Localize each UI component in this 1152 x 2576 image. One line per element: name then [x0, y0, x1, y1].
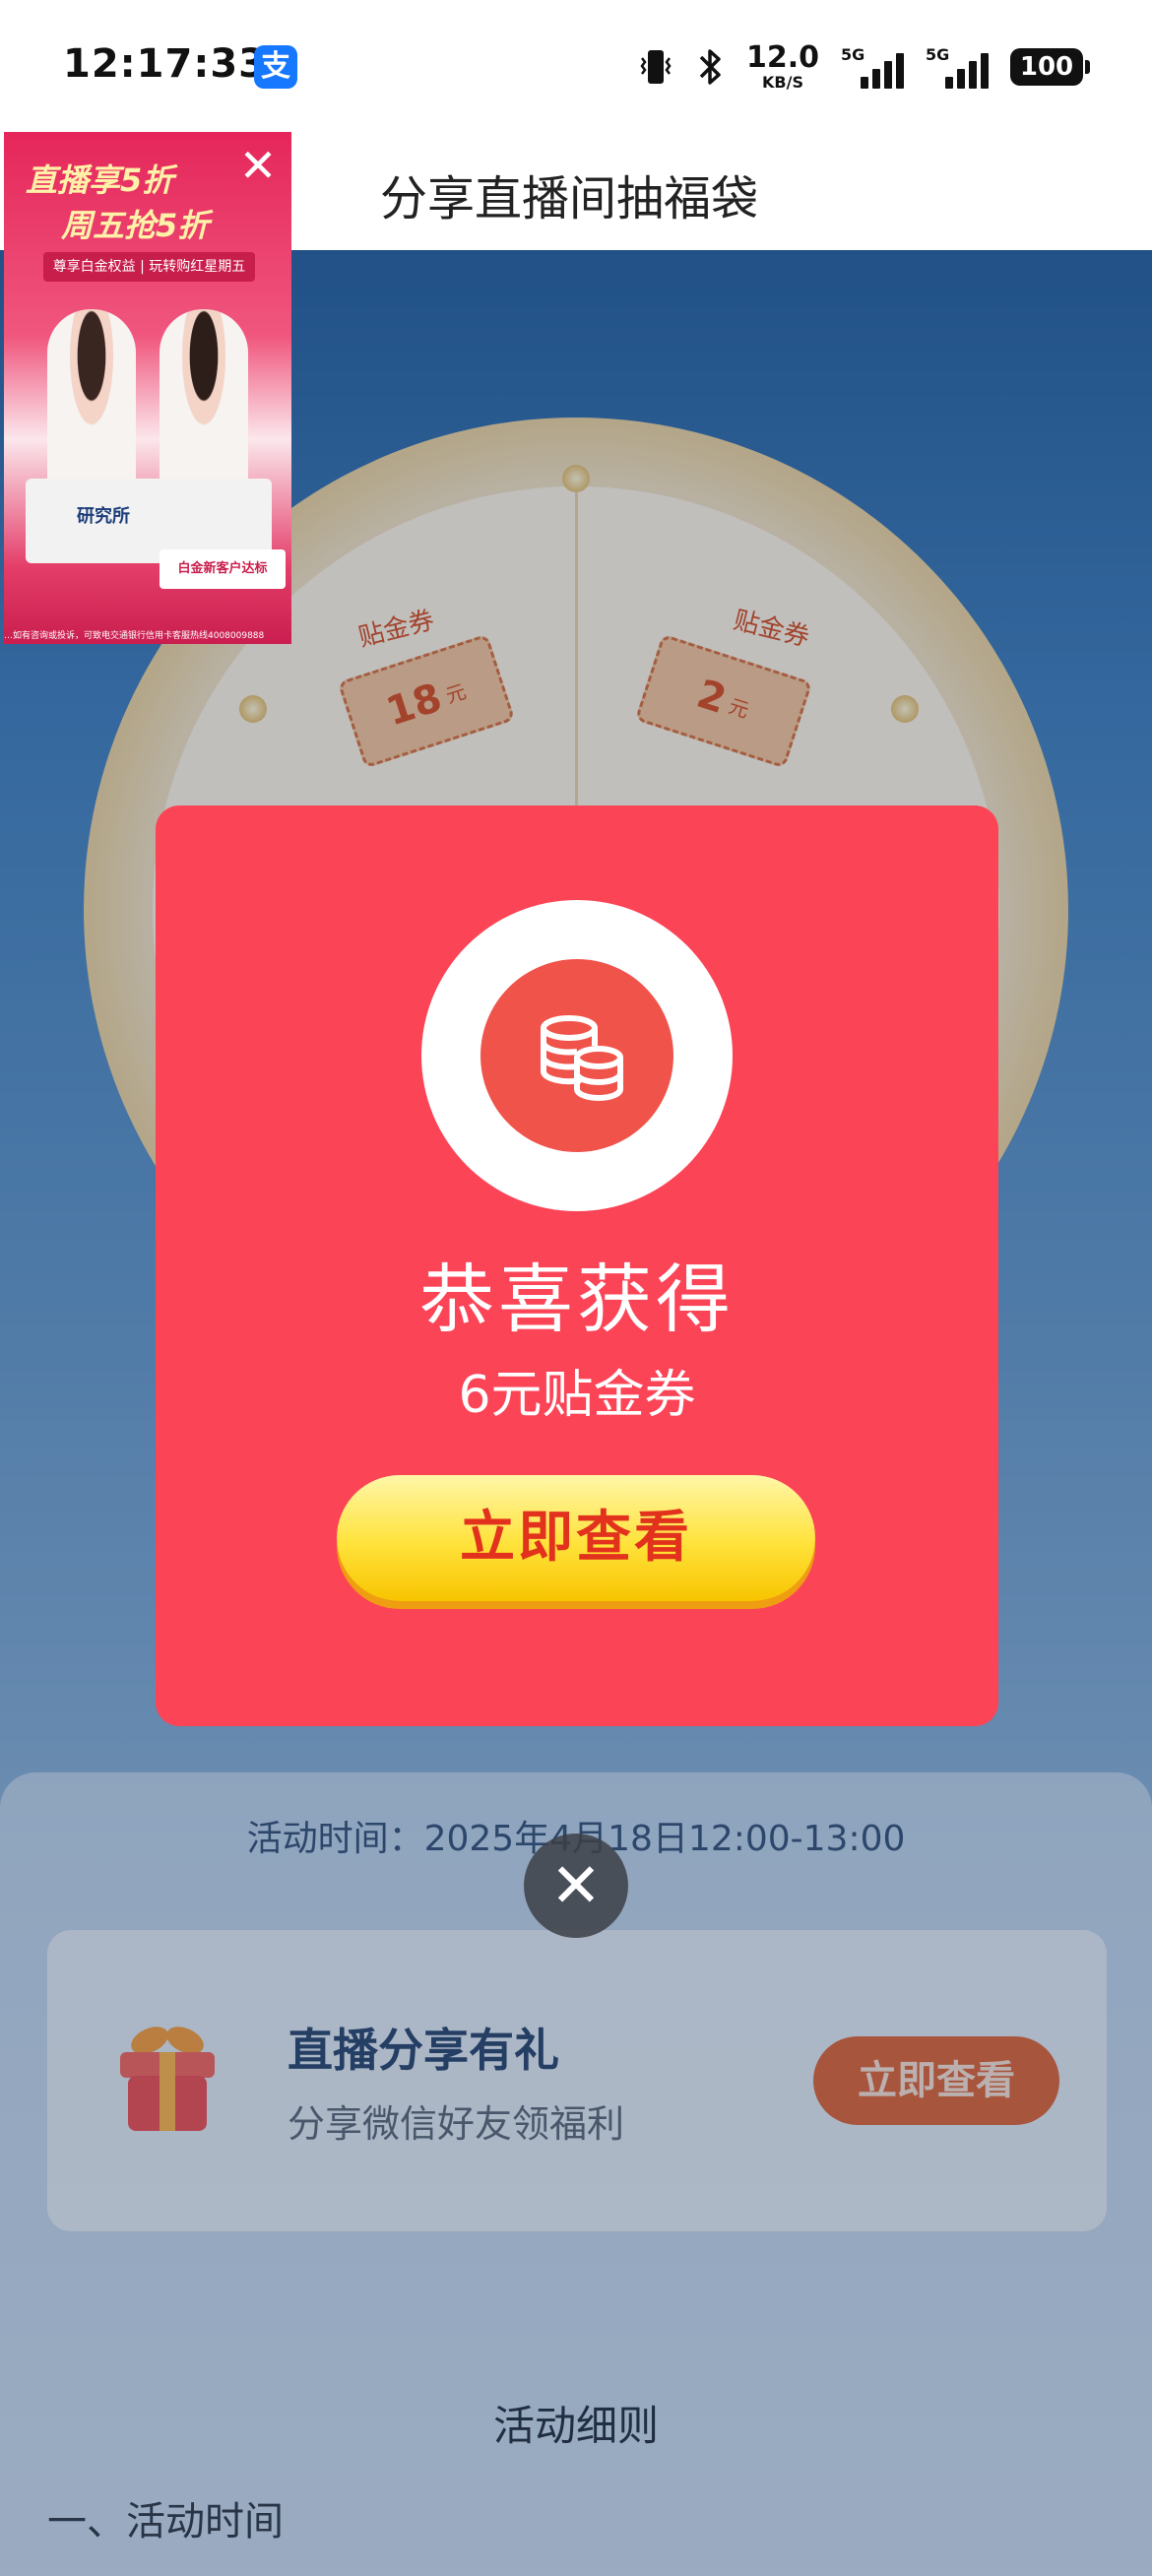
- coin-badge: [421, 900, 733, 1211]
- video-tag: 尊享白金权益 | 玩转购红星期五: [43, 252, 255, 282]
- video-host-left: [47, 309, 136, 496]
- vibrate-icon: [640, 50, 672, 84]
- speed-value: 12.0: [745, 40, 819, 75]
- signal-icon-1: 5G: [841, 45, 904, 89]
- speed-unit: KB/S: [762, 73, 803, 92]
- prize-description: 6元贴金券: [458, 1366, 696, 1425]
- prize-modal: 恭喜获得 6元贴金券 立即查看: [156, 805, 998, 1726]
- status-time: 12:17:33: [63, 41, 267, 87]
- bluetooth-icon: [699, 49, 721, 85]
- video-host-right: [160, 309, 248, 496]
- view-prize-button[interactable]: 立即查看: [337, 1475, 815, 1601]
- video-headline-2: 周五抢5折: [61, 207, 210, 244]
- status-indicators: 12.0 KB/S 5G 5G 100: [638, 43, 1090, 91]
- network-speed: 12.0 KB/S: [746, 43, 819, 91]
- alipay-icon: 支: [254, 45, 297, 89]
- video-desk-text: 研究所: [77, 506, 130, 527]
- battery-icon: 100: [1010, 48, 1090, 86]
- page-title: 分享直播间抽福袋: [380, 171, 759, 226]
- modal-close-icon[interactable]: ✕: [524, 1834, 628, 1938]
- video-disclaimer: …如有咨询或投诉，可致电交通银行信用卡客服热线4008009888: [4, 631, 265, 641]
- coins-icon: [541, 1015, 623, 1101]
- signal-icon-2: 5G: [926, 45, 989, 89]
- modal-title: 恭喜获得: [419, 1256, 735, 1343]
- status-bar: 12:17:33 支 12.0 KB/S 5G 5G 100: [0, 0, 1152, 138]
- video-headline-1: 直播享5折: [26, 161, 174, 199]
- video-bottom-badge: 白金新客户达标: [160, 549, 286, 589]
- coin-badge-inner: [480, 959, 673, 1152]
- floating-live-video[interactable]: 直播享5折 周五抢5折 尊享白金权益 | 玩转购红星期五 研究所 白金新客户达标…: [4, 132, 291, 644]
- video-close-icon[interactable]: ✕: [234, 142, 282, 189]
